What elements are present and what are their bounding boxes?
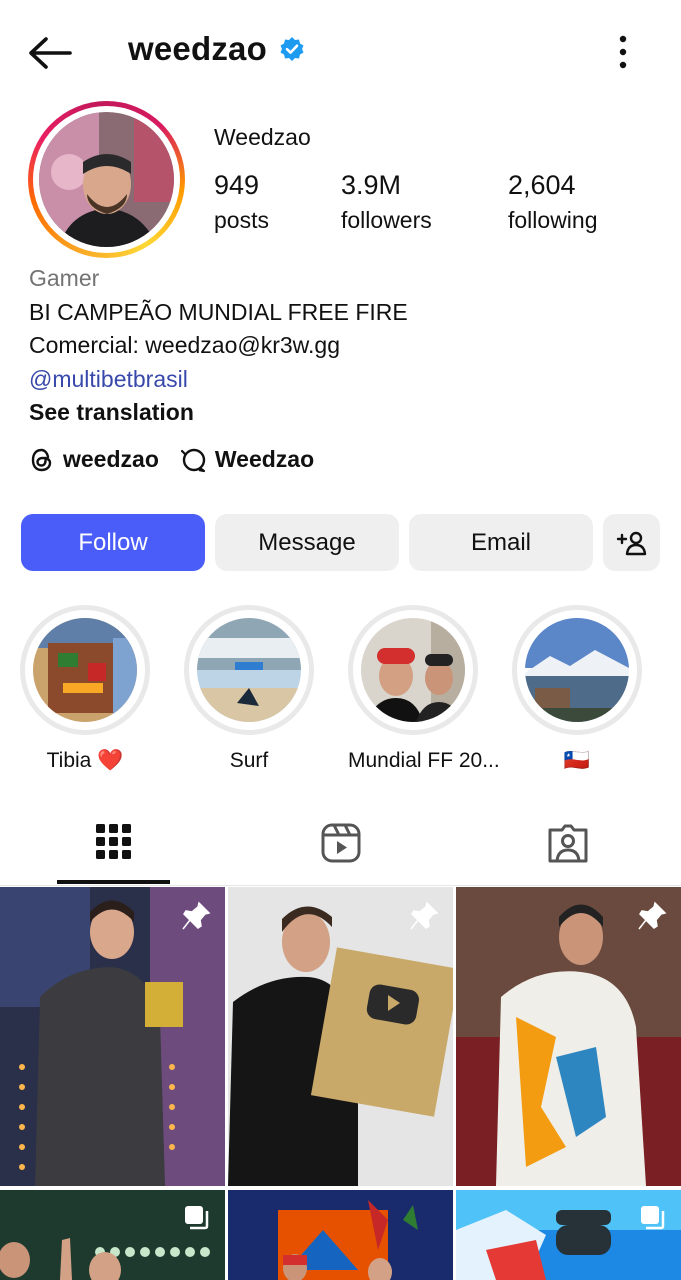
tab-tagged[interactable] [454, 810, 681, 886]
highlight-label: Tibia ❤️ [46, 749, 124, 772]
stat-following-label: following [508, 207, 598, 233]
pinned-icon [638, 901, 667, 930]
active-tab-indicator [57, 880, 170, 884]
verified-badge-icon [280, 37, 304, 61]
bio-line: BI CAMPEÃO MUNDIAL FREE FIRE [29, 298, 408, 325]
highlight-cover [361, 618, 465, 722]
carousel-icon [641, 1206, 665, 1230]
highlight-item[interactable]: Surf [184, 605, 314, 773]
back-button[interactable] [26, 32, 72, 74]
page-title: weedzao [128, 30, 267, 67]
top-bar: weedzao [0, 0, 681, 100]
follow-button[interactable]: Follow [21, 514, 205, 571]
tab-reels[interactable] [227, 810, 454, 886]
grid-post[interactable] [0, 887, 225, 1186]
more-vertical-icon [619, 35, 627, 69]
email-button[interactable]: Email [409, 514, 593, 571]
highlight-ring [184, 605, 314, 735]
highlight-label: Mundial FF 20... [348, 749, 500, 772]
stat-followers-label: followers [341, 207, 432, 233]
more-options-button[interactable] [608, 34, 638, 70]
highlight-cover [33, 618, 137, 722]
suggest-users-button[interactable] [603, 514, 660, 571]
stat-followers-count: 3.9M [341, 170, 402, 200]
highlight-label: 🇨🇱 [563, 749, 591, 772]
bio-line: Comercial: weedzao@kr3w.gg [29, 332, 340, 358]
stat-followers[interactable]: 3.9M followers [341, 170, 432, 234]
see-translation-link[interactable]: See translation [29, 396, 408, 430]
grid-post[interactable] [456, 887, 681, 1186]
highlight-item[interactable]: Tibia ❤️ [20, 605, 150, 773]
reels-icon [321, 823, 360, 863]
pinned-icon [410, 901, 439, 930]
threads-icon [31, 448, 52, 471]
grid-post[interactable] [0, 1190, 225, 1280]
stat-posts[interactable]: 949 posts [214, 170, 269, 234]
grid-post[interactable] [228, 887, 453, 1186]
highlight-ring [512, 605, 642, 735]
bio-category: Gamer [29, 265, 100, 291]
bio-mention-link[interactable]: @multibetbrasil [29, 363, 408, 397]
profile-username-header: weedzao [128, 30, 305, 68]
display-name: Weedzao [214, 124, 311, 150]
grid-post[interactable] [228, 1190, 453, 1280]
messenger-name: Weedzao [214, 446, 315, 472]
highlight-cover [525, 618, 629, 722]
bio: Gamer BI CAMPEÃO MUNDIAL FREE FIRE Comer… [29, 262, 408, 430]
chat-bubble-icon [180, 448, 206, 472]
threads-link[interactable]: weedzao [29, 446, 159, 473]
threads-handle: weedzao [63, 446, 159, 472]
stat-following[interactable]: 2,604 following [508, 170, 598, 234]
highlight-cover [197, 618, 301, 722]
tab-posts[interactable] [0, 810, 227, 886]
highlight-label: Surf [229, 749, 269, 772]
stat-following-count: 2,604 [508, 170, 576, 200]
stat-posts-count: 949 [214, 170, 260, 200]
message-button[interactable]: Message [215, 514, 399, 571]
content-tabs [0, 810, 681, 886]
stat-posts-label: posts [214, 207, 269, 233]
pinned-icon [182, 901, 211, 930]
carousel-icon [185, 1206, 209, 1230]
add-person-icon [616, 531, 646, 555]
highlight-ring [348, 605, 478, 735]
highlight-item[interactable]: 🇨🇱 [512, 605, 642, 773]
avatar [39, 112, 174, 247]
highlight-ring [20, 605, 150, 735]
highlight-item[interactable]: Mundial FF 20... [348, 605, 500, 773]
story-ring[interactable] [28, 101, 185, 258]
messenger-link[interactable]: Weedzao [179, 446, 314, 473]
arrow-left-icon [29, 37, 72, 69]
linked-accounts-row: weedzao Weedzao [29, 446, 334, 473]
grid-post[interactable] [456, 1190, 681, 1280]
tagged-icon [548, 824, 587, 863]
grid-icon [95, 824, 131, 859]
